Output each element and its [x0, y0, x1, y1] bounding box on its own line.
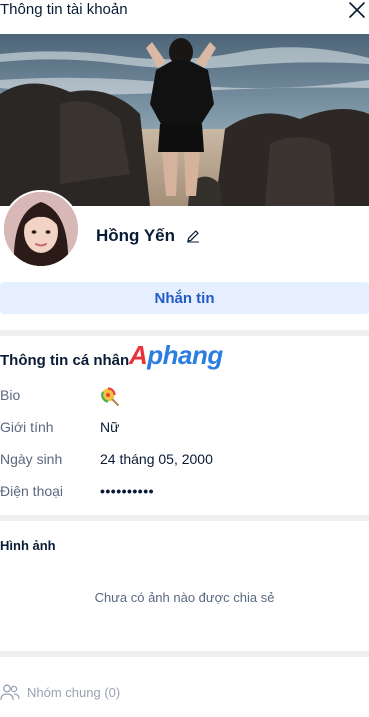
lollipop-icon — [101, 387, 119, 406]
close-icon — [349, 2, 365, 18]
users-icon — [0, 684, 20, 701]
pencil-icon[interactable] — [185, 228, 201, 244]
photos-title: Hình ảnh — [0, 538, 56, 553]
info-row-gender: Giới tính Nữ — [0, 419, 369, 439]
section-divider — [0, 330, 369, 336]
avatar-image — [4, 192, 78, 266]
birthday-label: Ngày sinh — [0, 451, 63, 467]
common-groups-label: Nhóm chung (0) — [27, 684, 121, 700]
close-button[interactable] — [347, 0, 367, 20]
bio-label: Bio — [0, 387, 21, 403]
info-row-birthday: Ngày sinh 24 tháng 05, 2000 — [0, 451, 369, 471]
message-button[interactable]: Nhắn tin — [0, 282, 369, 314]
gender-label: Giới tính — [0, 419, 54, 435]
cover-photo[interactable] — [0, 34, 369, 206]
info-row-bio: Bio — [0, 387, 369, 407]
section-divider — [0, 651, 369, 657]
cover-image — [0, 34, 369, 206]
info-row-phone: Điện thoại •••••••••• — [0, 483, 369, 503]
common-groups-item[interactable]: Nhóm chung (0) — [0, 683, 120, 701]
panel-title: Thông tin tài khoản — [0, 1, 128, 18]
panel-header: Thông tin tài khoản — [0, 0, 369, 34]
avatar[interactable] — [2, 190, 80, 268]
gender-value: Nữ — [100, 419, 120, 435]
phone-label: Điện thoại — [0, 483, 64, 499]
personal-info-title: Thông tin cá nhân — [0, 352, 130, 369]
birthday-value: 24 tháng 05, 2000 — [100, 451, 213, 467]
profile-name-row: Hồng Yến — [96, 224, 201, 248]
section-divider — [0, 515, 369, 521]
watermark-logo: Aphang — [129, 340, 223, 370]
profile-name: Hồng Yến — [96, 226, 176, 245]
phone-value: •••••••••• — [100, 483, 155, 499]
photos-empty-text: Chưa có ảnh nào được chia sẻ — [94, 590, 275, 605]
